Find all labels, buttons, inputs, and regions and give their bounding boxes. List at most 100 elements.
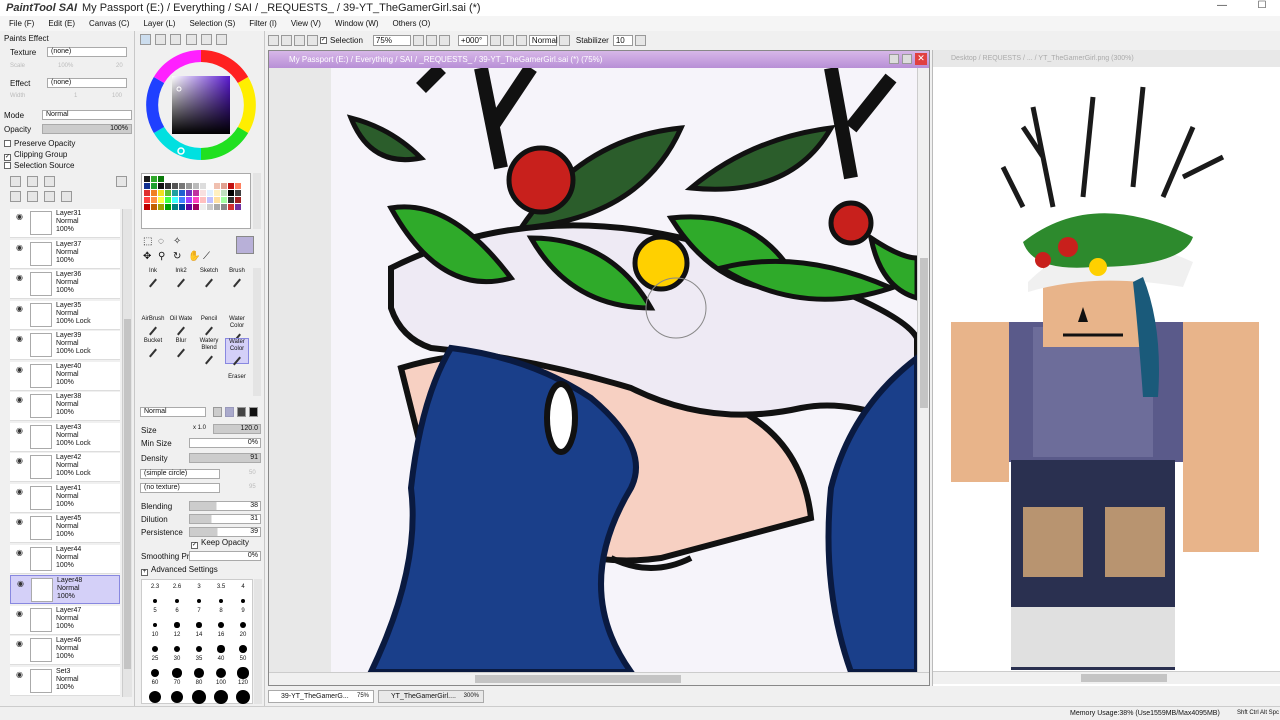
size-preset-button[interactable] — [153, 599, 157, 603]
menu-layer[interactable]: Layer (L) — [143, 19, 175, 28]
eye-icon[interactable]: ◉ — [16, 426, 25, 435]
size-preset-button[interactable] — [240, 622, 246, 628]
brush-blend-select[interactable]: Normal — [140, 407, 206, 417]
eye-icon[interactable]: ◉ — [16, 639, 25, 648]
redo-icon[interactable] — [281, 35, 292, 46]
eye-icon[interactable]: ◉ — [17, 579, 26, 588]
menu-canvas[interactable]: Canvas (C) — [89, 19, 129, 28]
deselect-icon[interactable] — [294, 35, 305, 46]
hsv-slider-icon[interactable] — [170, 34, 182, 45]
clear-layer-icon[interactable] — [44, 191, 55, 202]
edge-soft-icon[interactable] — [237, 407, 246, 417]
layer-row[interactable]: ◉ Layer37 Normal 100% — [10, 239, 120, 269]
zoom-out-icon[interactable] — [412, 35, 424, 46]
density-slider[interactable]: 91 — [189, 453, 261, 463]
layer-row[interactable]: ◉ Layer46 Normal 100% — [10, 636, 120, 665]
zoom-in-icon[interactable] — [425, 35, 437, 46]
rotate-left-icon[interactable] — [489, 35, 501, 46]
tool-brush[interactable]: Brush — [225, 268, 249, 294]
menu-filter[interactable]: Filter (I) — [249, 19, 277, 28]
rotate-icon[interactable]: ↻ — [173, 251, 181, 262]
main-close-button[interactable]: ✕ — [915, 53, 927, 65]
lasso-icon[interactable]: ◌ — [158, 236, 164, 247]
size-preset-button[interactable] — [152, 622, 158, 628]
eye-icon[interactable]: ◉ — [16, 395, 25, 404]
menu-window[interactable]: Window (W) — [335, 19, 379, 28]
eye-icon[interactable]: ◉ — [16, 456, 25, 465]
reference-horizontal-scrollbar[interactable] — [933, 671, 1280, 684]
texture-select[interactable]: (none) — [47, 47, 127, 57]
menu-others[interactable]: Others (O) — [392, 19, 430, 28]
size-preset-button[interactable] — [194, 668, 204, 678]
edge-medium-icon[interactable] — [225, 407, 234, 417]
move-icon[interactable]: ✥ — [143, 251, 151, 262]
layer-row[interactable]: ◉ Layer45 Normal 100% — [10, 514, 120, 543]
layer-options-icon[interactable] — [116, 176, 127, 187]
tool-sketch[interactable]: Sketch — [197, 268, 221, 294]
color-wheel[interactable] — [145, 49, 257, 161]
size-preset-button[interactable] — [237, 667, 249, 679]
menu-file[interactable]: File (F) — [9, 19, 34, 28]
layer-row[interactable]: ◉ Layer41 Normal 100% — [10, 483, 120, 513]
rgb-slider-icon[interactable] — [155, 34, 167, 45]
main-minimize-button[interactable] — [889, 54, 899, 64]
layer-scrollbar[interactable] — [122, 209, 132, 697]
eye-icon[interactable]: ◉ — [16, 365, 25, 374]
size-preset-button[interactable] — [148, 690, 162, 704]
merge-down-icon[interactable] — [27, 191, 38, 202]
edge-softest-icon[interactable] — [249, 407, 258, 417]
layer-row[interactable]: ◉ Layer43 Normal 100% Lock — [10, 422, 120, 452]
eye-icon[interactable]: ◉ — [16, 609, 25, 618]
layer-row[interactable]: ◉ Layer42 Normal 100% Lock — [10, 453, 120, 482]
menu-edit[interactable]: Edit (E) — [48, 19, 75, 28]
maximize-button[interactable]: ☐ — [1247, 0, 1277, 11]
smoothing-slider[interactable]: 0% — [189, 551, 261, 561]
hand-icon[interactable]: ✋ — [188, 251, 200, 262]
undo-icon[interactable] — [268, 35, 279, 46]
layer-row[interactable]: ◉ Layer39 Normal 100% Lock — [10, 331, 120, 360]
size-preset-button[interactable] — [150, 668, 160, 678]
new-folder-icon[interactable] — [44, 176, 55, 187]
menu-view[interactable]: View (V) — [291, 19, 321, 28]
eye-icon[interactable]: ◉ — [16, 487, 25, 496]
zoom-field[interactable]: 75% — [372, 35, 411, 46]
tab-reference-document[interactable]: YT_TheGamerGirl.... 300% — [378, 690, 484, 703]
layer-row[interactable]: ◉ Set3 Normal 100% — [10, 666, 120, 696]
tool-ink2[interactable]: Ink2 — [169, 268, 193, 294]
dilution-slider[interactable]: 31 — [189, 514, 261, 524]
size-preset-button[interactable] — [214, 690, 228, 704]
flip-icon[interactable] — [558, 35, 570, 46]
magic-wand-icon[interactable]: ✧ — [173, 236, 181, 247]
advanced-settings-toggle[interactable]: + — [141, 569, 148, 576]
size-preset-button[interactable] — [192, 690, 206, 704]
size-presets-scrollbar[interactable] — [254, 579, 262, 704]
size-preset-button[interactable] — [151, 645, 159, 653]
size-preset-button[interactable] — [174, 598, 180, 604]
edge-hard-icon[interactable] — [213, 407, 222, 417]
size-preset-button[interactable] — [218, 622, 224, 628]
size-preset-button[interactable] — [172, 668, 182, 678]
stabilizer-dropdown-icon[interactable] — [634, 35, 646, 46]
tool-blur[interactable]: Blur — [169, 338, 193, 364]
new-layer-icon[interactable] — [10, 176, 21, 187]
eye-icon[interactable]: ◉ — [16, 243, 25, 252]
size-preset-button[interactable] — [170, 690, 184, 704]
blend-mode-field[interactable]: Normal — [528, 35, 558, 46]
min-size-slider[interactable]: 0% — [189, 438, 261, 448]
layer-row[interactable]: ◉ Layer38 Normal 100% — [10, 392, 120, 421]
rotate-right-icon[interactable] — [502, 35, 514, 46]
layer-row[interactable]: ◉ Layer40 Normal 100% — [10, 361, 120, 391]
persistence-slider[interactable]: 39 — [189, 527, 261, 537]
size-multiplier[interactable]: x 1.0 — [193, 425, 206, 431]
layer-row[interactable]: ◉ Layer35 Normal 100% Lock — [10, 300, 120, 330]
layer-row[interactable]: ◉ Layer31 Normal 100% — [10, 209, 120, 238]
swatch-scrollbar[interactable] — [253, 173, 261, 229]
tool-bucket[interactable]: Bucket — [141, 338, 165, 364]
eye-icon[interactable]: ◉ — [16, 334, 25, 343]
transfer-down-icon[interactable] — [10, 191, 21, 202]
eye-icon[interactable]: ◉ — [16, 212, 25, 221]
layer-row[interactable]: ◉ Layer48 Normal 100% — [10, 575, 120, 604]
size-preset-button[interactable] — [173, 645, 181, 653]
size-preset-button[interactable] — [196, 598, 202, 604]
size-preset-button[interactable] — [195, 645, 203, 653]
